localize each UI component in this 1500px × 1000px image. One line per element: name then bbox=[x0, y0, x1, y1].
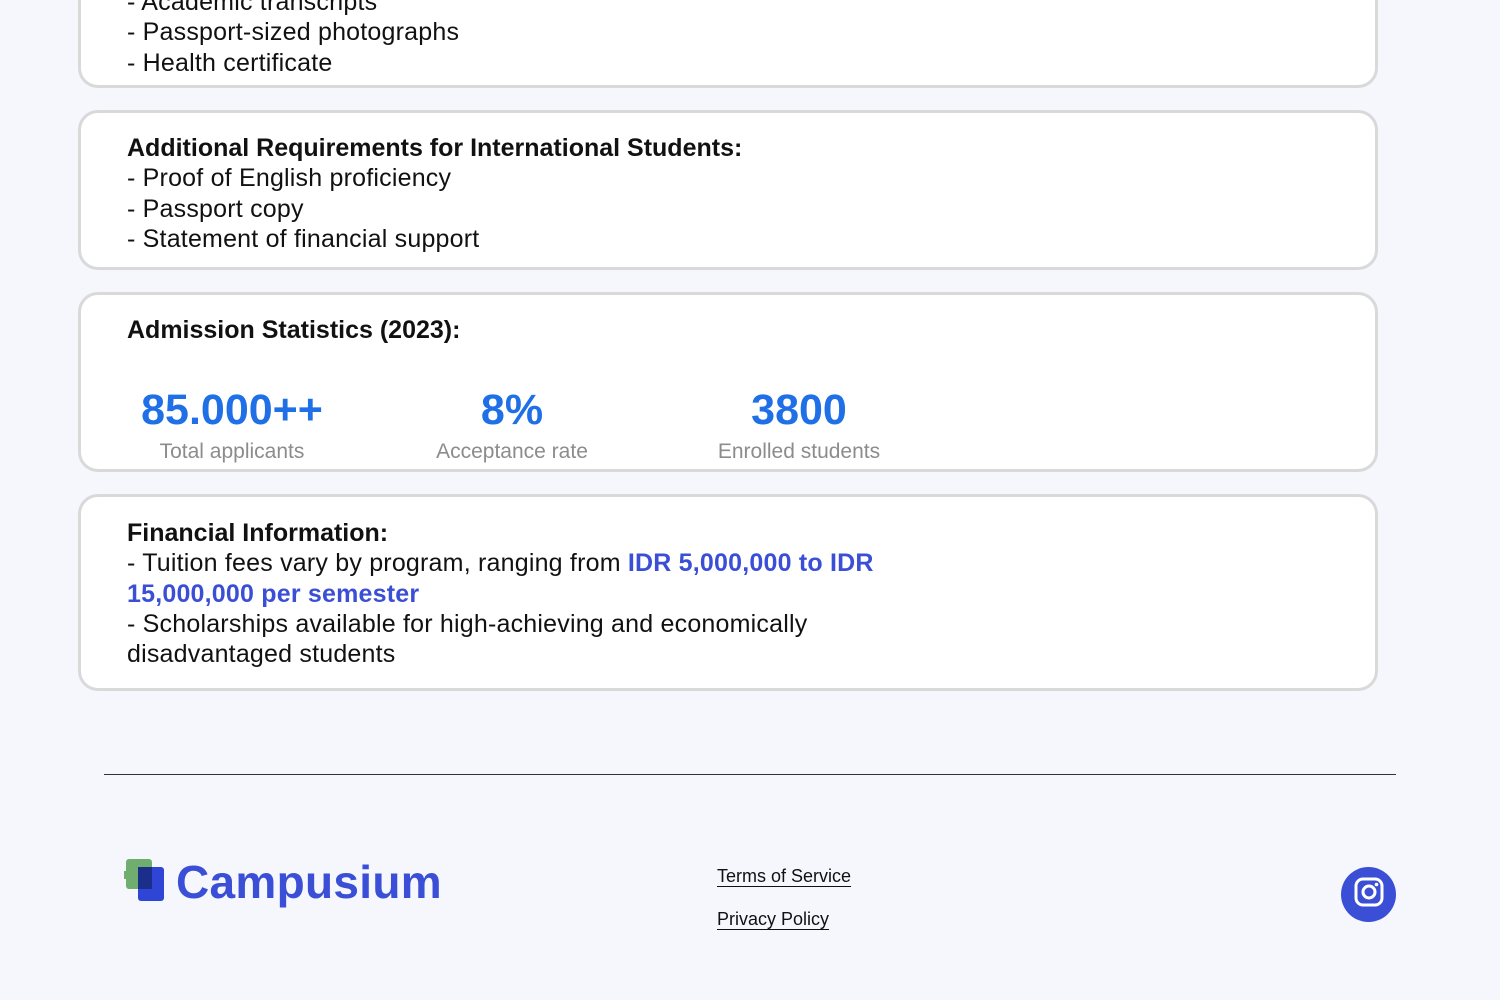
stat-label: Enrolled students bbox=[717, 440, 881, 463]
admission-statistics-heading: Admission Statistics (2023): bbox=[127, 316, 461, 344]
requirement-item: - Statement of financial support bbox=[127, 224, 480, 253]
stat-value: 85.000++ bbox=[141, 386, 323, 434]
financial-information-heading: Financial Information: bbox=[127, 519, 389, 547]
stat-enrolled-students: 3800 Enrolled students bbox=[684, 385, 914, 465]
campusium-logo[interactable]: Campusium bbox=[124, 855, 442, 909]
instagram-icon bbox=[1353, 876, 1385, 913]
stat-label: Acceptance rate bbox=[436, 440, 588, 463]
stat-value: 8% bbox=[480, 386, 544, 434]
stat-value: 3800 bbox=[751, 386, 847, 434]
requirement-item: - Proof of English proficiency bbox=[127, 164, 452, 193]
privacy-policy-link[interactable]: Privacy Policy bbox=[717, 909, 829, 930]
document-item: - Health certificate bbox=[127, 48, 333, 77]
international-requirements-heading: Additional Requirements for Internationa… bbox=[127, 134, 743, 162]
terms-of-service-link[interactable]: Terms of Service bbox=[717, 866, 851, 887]
international-requirements-card: Additional Requirements for Internationa… bbox=[78, 110, 1378, 270]
requirement-item: - Passport copy bbox=[127, 194, 304, 223]
document-item: - Passport-sized photographs bbox=[127, 18, 460, 47]
documents-card: - Academic transcripts - Passport-sized … bbox=[78, 0, 1378, 88]
brand-name: Campusium bbox=[176, 856, 442, 908]
stat-acceptance-rate: 8% Acceptance rate bbox=[397, 385, 627, 465]
stat-label: Total applicants bbox=[159, 440, 305, 463]
financial-information-card: Financial Information: - Tuition fees va… bbox=[78, 494, 1378, 691]
instagram-button[interactable] bbox=[1341, 867, 1396, 922]
admission-statistics-card: Admission Statistics (2023): 85.000++ To… bbox=[78, 292, 1378, 472]
campusium-logo-icon bbox=[124, 857, 168, 908]
stat-total-applicants: 85.000++ Total applicants bbox=[117, 385, 347, 465]
tuition-fees-prefix: - Tuition fees vary by program, ranging … bbox=[127, 549, 628, 578]
scholarship-text: - Scholarships available for high-achiev… bbox=[127, 609, 808, 669]
tuition-fees-text: - Tuition fees vary by program, ranging … bbox=[127, 548, 927, 609]
footer-divider bbox=[104, 774, 1396, 775]
document-item: - Academic transcripts bbox=[127, 0, 378, 16]
